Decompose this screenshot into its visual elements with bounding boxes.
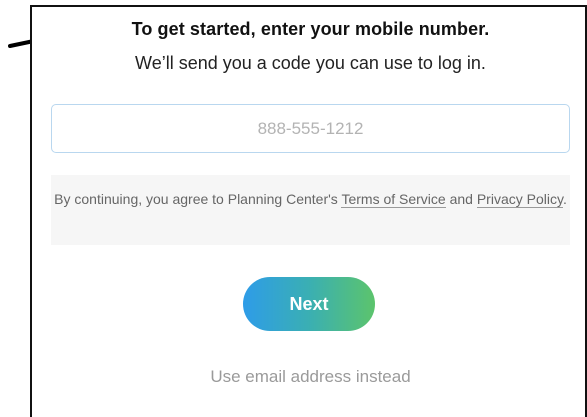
page-title: To get started, enter your mobile number… — [131, 19, 490, 39]
privacy-policy-link[interactable]: Privacy Policy — [476, 191, 563, 208]
terms-middle: and — [445, 191, 477, 207]
terms-suffix: . — [562, 191, 567, 207]
page-subtitle: We’ll send you a code you can use to log… — [135, 53, 486, 73]
terms-notice: By continuing, you agree to Planning Cen… — [51, 175, 570, 245]
terms-of-service-link[interactable]: Terms of Service — [341, 191, 446, 208]
use-email-link[interactable]: Use email address instead — [32, 367, 587, 387]
terms-prefix: By continuing, you agree to Planning Cen… — [54, 191, 342, 207]
login-panel: To get started, enter your mobile number… — [30, 5, 587, 417]
mobile-number-input[interactable] — [51, 104, 570, 153]
next-button[interactable]: Next — [243, 277, 375, 331]
